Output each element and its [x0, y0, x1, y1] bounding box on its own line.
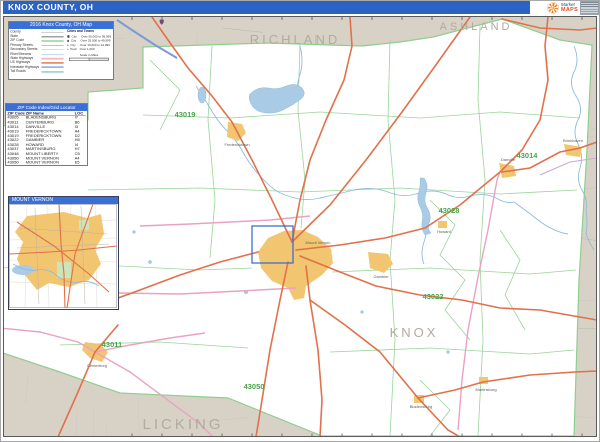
zip-index-table: ZIP CodeZIP NameLOC 43005BLADENSBURGI7 4…	[6, 111, 89, 166]
zip-label-43028: 43028	[439, 206, 460, 215]
county-label-knox: KNOX	[390, 325, 439, 340]
logo-brand-bottom: MAPS	[561, 8, 578, 14]
county-label-ashland: ASHLAND	[440, 21, 513, 33]
town-label: Fredericktown	[224, 142, 249, 147]
zip-label-43019: 43019	[175, 110, 196, 119]
zip-line-swatch	[41, 39, 64, 41]
river-swatch	[41, 53, 64, 55]
us-highway-swatch	[41, 62, 64, 64]
town-label: Martinsburg	[475, 387, 496, 392]
zip-label-43022: 43022	[423, 292, 444, 301]
county-label-licking: LICKING	[142, 416, 223, 433]
inset-map-box: MOUNT VERNON	[8, 196, 119, 310]
county-line-swatch	[41, 31, 64, 33]
city-dot-icon	[67, 44, 69, 46]
city-class-row: CityOver 10,000 to 24,999	[67, 43, 111, 47]
city-dot-icon	[67, 40, 69, 42]
zip-label-43014: 43014	[517, 151, 539, 160]
town-label: Danville	[501, 157, 516, 162]
interstate-swatch	[41, 66, 64, 68]
legend-item: Toll Roads	[10, 70, 64, 74]
town-dot-icon	[67, 49, 68, 50]
scale-label: Scale in Miles	[67, 53, 111, 57]
state-line-swatch	[41, 35, 64, 37]
page-title: KNOX COUNTY, OH	[3, 1, 530, 14]
inset-map-svg	[9, 204, 117, 308]
town-label: Brinkhaven	[563, 138, 583, 143]
toll-road-swatch	[41, 71, 64, 73]
town-label: Gambier	[373, 274, 389, 279]
scale-bar: Scale in Miles	[67, 53, 111, 61]
town-label: Centerburg	[87, 363, 107, 368]
zip-index-row: 43050MOUNT VERNONE5	[7, 161, 87, 165]
legend-body: County State ZIP Code Primary Streets Se…	[9, 29, 112, 75]
city-class-row: CityOver 25,000 to 49,999	[67, 39, 111, 43]
zip-label-43011: 43011	[102, 340, 122, 349]
logo-badge	[580, 1, 599, 15]
legend-title: 2016 Knox County, OH Map	[9, 22, 113, 29]
legend-box: 2016 Knox County, OH Map County State ZI…	[8, 21, 114, 80]
city-dot-icon	[67, 35, 70, 38]
town-label: Howard	[437, 229, 451, 234]
town-label: Mount Vernon	[306, 240, 331, 245]
secondary-street-swatch	[41, 48, 64, 50]
state-highway-swatch	[41, 57, 64, 59]
inset-title: MOUNT VERNON	[9, 197, 118, 204]
town-label: Bladensburg	[410, 404, 432, 409]
zip-index-title: ZIP Code Index/Grid Locator	[6, 104, 87, 111]
marketmaps-logo: Market MAPS	[547, 1, 599, 15]
zip-index-box: ZIP Code Index/Grid Locator ZIP CodeZIP …	[5, 103, 88, 166]
primary-street-swatch	[41, 44, 64, 46]
city-class-row: TownOver 1,000	[67, 47, 111, 51]
city-class-row: CityOver 50,000 to 99,999	[67, 34, 111, 38]
zip-label-43050: 43050	[244, 382, 265, 391]
logo-text: Market MAPS	[561, 3, 578, 13]
county-label-richland: RICHLAND	[250, 32, 340, 47]
logo-sunburst-icon	[547, 2, 559, 14]
